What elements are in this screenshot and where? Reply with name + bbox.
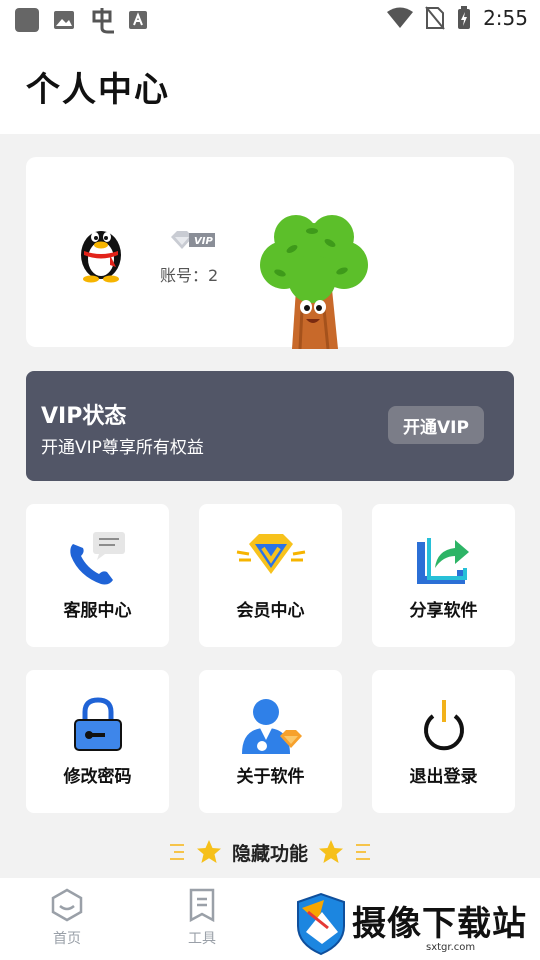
tile-customer-service[interactable]: 客服中心 bbox=[26, 504, 169, 647]
image-icon bbox=[54, 11, 74, 29]
qq-penguin-icon[interactable] bbox=[74, 219, 128, 283]
tile-vip-center[interactable]: 会员中心 bbox=[199, 504, 342, 647]
status-time: 2:55 bbox=[483, 6, 528, 30]
tile-label: 客服中心 bbox=[63, 601, 132, 621]
open-vip-button[interactable]: 开通VIP bbox=[388, 406, 484, 444]
wifi-icon bbox=[387, 7, 414, 28]
tile-label: 修改密码 bbox=[63, 767, 132, 787]
page-title: 个人中心 bbox=[26, 70, 170, 110]
page-header: 个人中心 bbox=[0, 40, 540, 134]
about-user-icon bbox=[241, 699, 302, 754]
star-icon bbox=[196, 840, 221, 863]
share-icon bbox=[416, 538, 469, 584]
tile-label: 会员中心 bbox=[236, 601, 305, 621]
tab-tools-label: 工具 bbox=[188, 931, 216, 947]
lock-icon bbox=[73, 697, 122, 751]
hidden-features-label: 隐藏功能 bbox=[231, 842, 308, 865]
watermark-text: 摄像下载站 bbox=[352, 904, 527, 944]
tile-share[interactable]: 分享软件 bbox=[372, 504, 515, 647]
status-bar-left bbox=[14, 6, 148, 34]
tools-bookmark-icon bbox=[189, 888, 215, 923]
tab-tools[interactable]: 工具 bbox=[162, 888, 242, 948]
tile-about[interactable]: 关于软件 bbox=[199, 670, 342, 813]
tile-label: 关于软件 bbox=[236, 767, 305, 787]
status-bar: 2:55 bbox=[0, 0, 540, 40]
tile-logout[interactable]: 退出登录 bbox=[372, 670, 515, 813]
power-icon bbox=[423, 700, 464, 751]
tile-label: 退出登录 bbox=[409, 767, 478, 787]
font-a-icon bbox=[129, 11, 147, 29]
decor-lines-right-icon bbox=[356, 844, 370, 860]
customer-service-phone-icon bbox=[69, 532, 125, 585]
chinese-input-icon bbox=[92, 8, 114, 34]
decor-lines-left-icon bbox=[169, 844, 184, 860]
star-icon bbox=[319, 840, 343, 863]
vip-status-title: VIP状态 bbox=[41, 404, 127, 429]
tree-mascot-icon bbox=[260, 215, 368, 349]
vip-status-subtitle: 开通VIP尊享所有权益 bbox=[41, 438, 204, 458]
watermark-url: sxtgr.com bbox=[426, 942, 476, 953]
vip-badge-text: VIP bbox=[194, 236, 213, 247]
status-bar-right: 2:55 bbox=[387, 6, 528, 30]
home-hexagon-icon bbox=[51, 888, 83, 922]
no-sim-icon bbox=[425, 6, 445, 30]
profile-card[interactable]: VIP 账号：2 bbox=[26, 157, 514, 349]
app-square-icon bbox=[15, 8, 39, 32]
battery-charging-icon bbox=[458, 6, 471, 29]
vip-badge-icon: VIP bbox=[171, 231, 215, 249]
vip-status-banner: VIP状态 开通VIP尊享所有权益 开通VIP bbox=[26, 371, 514, 481]
vip-diamond-icon bbox=[236, 534, 305, 574]
tab-home-label: 首页 bbox=[53, 931, 81, 947]
tab-home[interactable]: 首页 bbox=[27, 888, 107, 948]
account-label: 账号：2 bbox=[160, 266, 219, 285]
hidden-features[interactable]: 隐藏功能 bbox=[0, 836, 540, 868]
watermark-logo-icon bbox=[297, 892, 345, 956]
tile-change-password[interactable]: 修改密码 bbox=[26, 670, 169, 813]
tile-label: 分享软件 bbox=[409, 601, 478, 621]
watermark: 摄像下载站 sxtgr.com bbox=[292, 890, 540, 960]
